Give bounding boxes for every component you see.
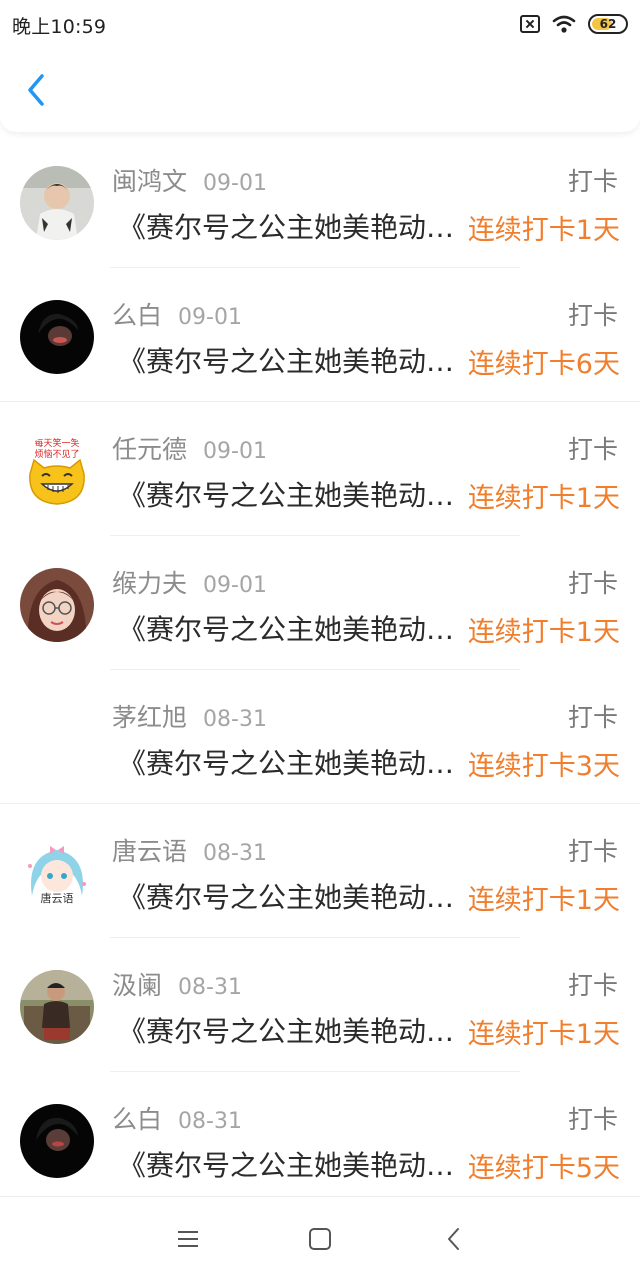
record-type: 打卡 bbox=[567, 703, 618, 732]
list-item[interactable]: 么白 08-31 打卡 《赛尔号之公主她美艳动人》 连续打卡5天 bbox=[0, 1072, 640, 1196]
avatar[interactable] bbox=[20, 970, 94, 1044]
checkin-date: 08-31 bbox=[178, 975, 242, 1000]
status-time: 晚上10:59 bbox=[12, 16, 107, 38]
no-sim-icon bbox=[520, 15, 540, 33]
home-square-icon bbox=[309, 1228, 331, 1250]
avatar[interactable]: 唐云语 bbox=[20, 836, 94, 910]
streak-label: 连续打卡6天 bbox=[467, 349, 620, 380]
system-nav-bar bbox=[0, 1196, 640, 1280]
user-name: 缑力夫 09-01 bbox=[112, 569, 267, 598]
list-item[interactable]: 么白 09-01 打卡 《赛尔号之公主她美艳动人》 连续打卡6天 bbox=[0, 268, 640, 402]
header bbox=[0, 48, 640, 132]
system-back-button[interactable] bbox=[438, 1223, 470, 1255]
battery-level: 62 bbox=[599, 17, 617, 31]
chevron-left-icon bbox=[28, 74, 44, 106]
checkin-list: 闽鸿文 09-01 打卡 《赛尔号之公主她美艳动人》 连续打卡1天 么白 09-01… bbox=[0, 134, 640, 1196]
list-item[interactable]: 每天笑一笑 烦恼不见了 任元德 09-01 打卡 《赛尔号之公主她美艳动人》 连续… bbox=[0, 402, 640, 536]
avatar-caption-line-2: 烦恼不见了 bbox=[34, 448, 79, 460]
wifi-icon bbox=[552, 15, 576, 33]
book-title: 《赛尔号之公主她美艳动人》 bbox=[118, 479, 458, 512]
menu-button[interactable] bbox=[172, 1223, 204, 1255]
status-icons: 62 bbox=[520, 12, 628, 36]
streak-label: 连续打卡1天 bbox=[467, 617, 620, 648]
avatar[interactable] bbox=[20, 1104, 94, 1178]
record-type: 打卡 bbox=[567, 301, 618, 330]
book-title: 《赛尔号之公主她美艳动人》 bbox=[118, 1149, 458, 1182]
user-name: 闽鸿文 09-01 bbox=[112, 167, 267, 196]
streak-label: 连续打卡1天 bbox=[467, 483, 620, 514]
book-title: 《赛尔号之公主她美艳动人》 bbox=[118, 613, 458, 646]
streak-label: 连续打卡1天 bbox=[467, 215, 620, 246]
book-title: 《赛尔号之公主她美艳动人》 bbox=[118, 211, 458, 244]
record-type: 打卡 bbox=[567, 569, 618, 598]
user-name: 唐云语 08-31 bbox=[112, 837, 267, 866]
avatar-caption: 唐云语 bbox=[41, 891, 74, 905]
avatar-caption-line-1: 每天笑一笑 bbox=[34, 437, 79, 449]
checkin-date: 08-31 bbox=[203, 707, 267, 732]
avatar[interactable] bbox=[20, 300, 94, 374]
user-name: 茅红旭 08-31 bbox=[112, 703, 267, 732]
list-item[interactable]: 闽鸿文 09-01 打卡 《赛尔号之公主她美艳动人》 连续打卡1天 bbox=[0, 134, 640, 268]
streak-label: 连续打卡3天 bbox=[467, 751, 620, 782]
avatar[interactable] bbox=[20, 166, 94, 240]
list-item[interactable]: 缑力夫 09-01 打卡 《赛尔号之公主她美艳动人》 连续打卡1天 bbox=[0, 536, 640, 670]
back-button[interactable] bbox=[16, 70, 56, 110]
record-type: 打卡 bbox=[567, 435, 618, 464]
user-name: 汲阑 08-31 bbox=[112, 971, 242, 1000]
streak-label: 连续打卡1天 bbox=[467, 885, 620, 916]
streak-label: 连续打卡1天 bbox=[467, 1019, 620, 1050]
user-name: 么白 09-01 bbox=[112, 301, 242, 330]
checkin-date: 09-01 bbox=[203, 439, 267, 464]
record-type: 打卡 bbox=[567, 1105, 618, 1134]
book-title: 《赛尔号之公主她美艳动人》 bbox=[118, 747, 458, 780]
back-triangle-icon bbox=[448, 1228, 459, 1250]
avatar[interactable]: 每天笑一笑 烦恼不见了 bbox=[20, 434, 94, 508]
avatar[interactable] bbox=[20, 568, 94, 642]
checkin-date: 09-01 bbox=[203, 573, 267, 598]
record-type: 打卡 bbox=[567, 971, 618, 1000]
record-type: 打卡 bbox=[567, 837, 618, 866]
list-item[interactable]: 茅红旭 08-31 打卡 《赛尔号之公主她美艳动人》 连续打卡3天 bbox=[0, 670, 640, 804]
checkin-date: 09-01 bbox=[203, 171, 267, 196]
record-type: 打卡 bbox=[567, 167, 618, 196]
streak-label: 连续打卡5天 bbox=[467, 1153, 620, 1184]
checkin-date: 08-31 bbox=[178, 1109, 242, 1134]
book-title: 《赛尔号之公主她美艳动人》 bbox=[118, 345, 458, 378]
checkin-date: 08-31 bbox=[203, 841, 267, 866]
user-name: 任元德 09-01 bbox=[112, 435, 267, 464]
user-name: 么白 08-31 bbox=[112, 1105, 242, 1134]
checkin-date: 09-01 bbox=[178, 305, 242, 330]
battery-indicator: 62 bbox=[588, 14, 628, 34]
home-button[interactable] bbox=[304, 1223, 336, 1255]
status-bar: 晚上10:59 62 bbox=[0, 0, 640, 48]
book-title: 《赛尔号之公主她美艳动人》 bbox=[118, 1015, 458, 1048]
list-item[interactable]: 汲阑 08-31 打卡 《赛尔号之公主她美艳动人》 连续打卡1天 bbox=[0, 938, 640, 1072]
list-item[interactable]: 唐云语 唐云语 08-31 打卡 《赛尔号之公主她美艳动人》 连续打卡1天 bbox=[0, 804, 640, 938]
book-title: 《赛尔号之公主她美艳动人》 bbox=[118, 881, 458, 914]
menu-icon bbox=[178, 1231, 198, 1247]
